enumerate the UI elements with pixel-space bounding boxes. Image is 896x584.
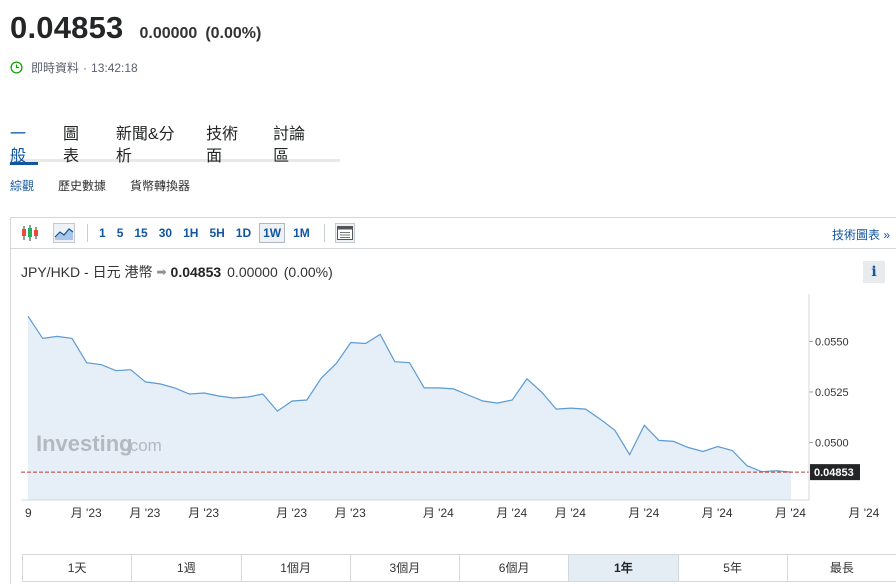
time-range-selector: 1天 1週 1個月 3個月 6個月 1年 5年 最長 (22, 554, 896, 582)
x-tick-label: 月 '24 (555, 506, 586, 520)
price-change: 0.00000 (139, 25, 198, 42)
x-tick-label: 月 '24 (423, 506, 454, 520)
chart-panel: 1 5 15 30 1H 5H 1D 1W 1M 技術圖表 » Investin… (10, 217, 896, 584)
x-tick-label: 月 '23 (129, 506, 160, 520)
x-tick-label: 月 '23 (335, 506, 366, 520)
tab-technical[interactable]: 技術面 (206, 124, 248, 165)
tab-general[interactable]: 一般 (10, 124, 38, 165)
arrow-right-icon: ➡ (156, 265, 167, 279)
x-tick-label: 月 '24 (775, 506, 806, 520)
range-1m[interactable]: 1個月 (242, 555, 351, 581)
range-5y[interactable]: 5年 (679, 555, 788, 581)
y-tick-label: 0.0500 (815, 437, 849, 449)
chart-change: 0.00000 (227, 264, 278, 280)
x-tick-label: 月 '23 (188, 506, 219, 520)
x-tick-label: 月 '23 (276, 506, 307, 520)
main-tabs: 一般 圖表 新聞&分析 技術面 討論區 (10, 124, 340, 165)
chart-title: JPY/HKD - 日元 港幣 ➡ 0.04853 0.00000 (0.00%… (21, 262, 333, 282)
subtab-overview[interactable]: 綜觀 (10, 177, 34, 194)
range-1w[interactable]: 1週 (132, 555, 242, 581)
range-3m[interactable]: 3個月 (351, 555, 460, 581)
quote-header: 0.04853 0.00000 (0.00%) (10, 10, 261, 46)
currency-pair: JPY/HKD - 日元 港幣 (21, 264, 153, 280)
x-tick-label: 月 '24 (496, 506, 527, 520)
y-tick-label: 0.0525 (815, 387, 849, 399)
realtime-status: 即時資料 · 13:42:18 (10, 59, 138, 76)
tab-news-analysis[interactable]: 新聞&分析 (116, 124, 181, 165)
watermark-logo: Investing (36, 431, 133, 456)
info-icon[interactable]: i (863, 261, 885, 283)
sub-tabs: 綜觀 歷史數據 貨幣轉換器 (10, 177, 214, 194)
range-1d[interactable]: 1天 (23, 555, 133, 581)
clock-icon (10, 61, 23, 74)
x-tick-label: 月 '24 (848, 506, 879, 520)
x-tick-label: 9 (25, 506, 32, 520)
status-separator: · (83, 60, 88, 75)
x-tick-label: 月 '24 (702, 506, 733, 520)
last-price-label: 0.04853 (814, 467, 854, 479)
price-change-percent: (0.00%) (205, 25, 262, 42)
chart-price: 0.04853 (170, 264, 222, 280)
last-price: 0.04853 (10, 10, 124, 45)
y-tick-label: 0.0550 (815, 336, 849, 348)
range-6m[interactable]: 6個月 (460, 555, 570, 581)
realtime-label: 即時資料 (31, 61, 80, 75)
tab-chart[interactable]: 圖表 (63, 124, 91, 165)
subtab-currency-converter[interactable]: 貨幣轉換器 (130, 177, 190, 194)
subtab-historical-data[interactable]: 歷史數據 (58, 177, 106, 194)
range-max[interactable]: 最長 (788, 555, 896, 581)
x-tick-label: 月 '24 (628, 506, 659, 520)
tab-forum[interactable]: 討論區 (273, 124, 315, 165)
watermark-suffix: .com (125, 436, 162, 455)
chart-change-percent: (0.00%) (283, 264, 333, 280)
x-tick-label: 月 '23 (71, 506, 102, 520)
realtime-time: 13:42:18 (91, 60, 138, 75)
range-1y[interactable]: 1年 (569, 555, 679, 581)
